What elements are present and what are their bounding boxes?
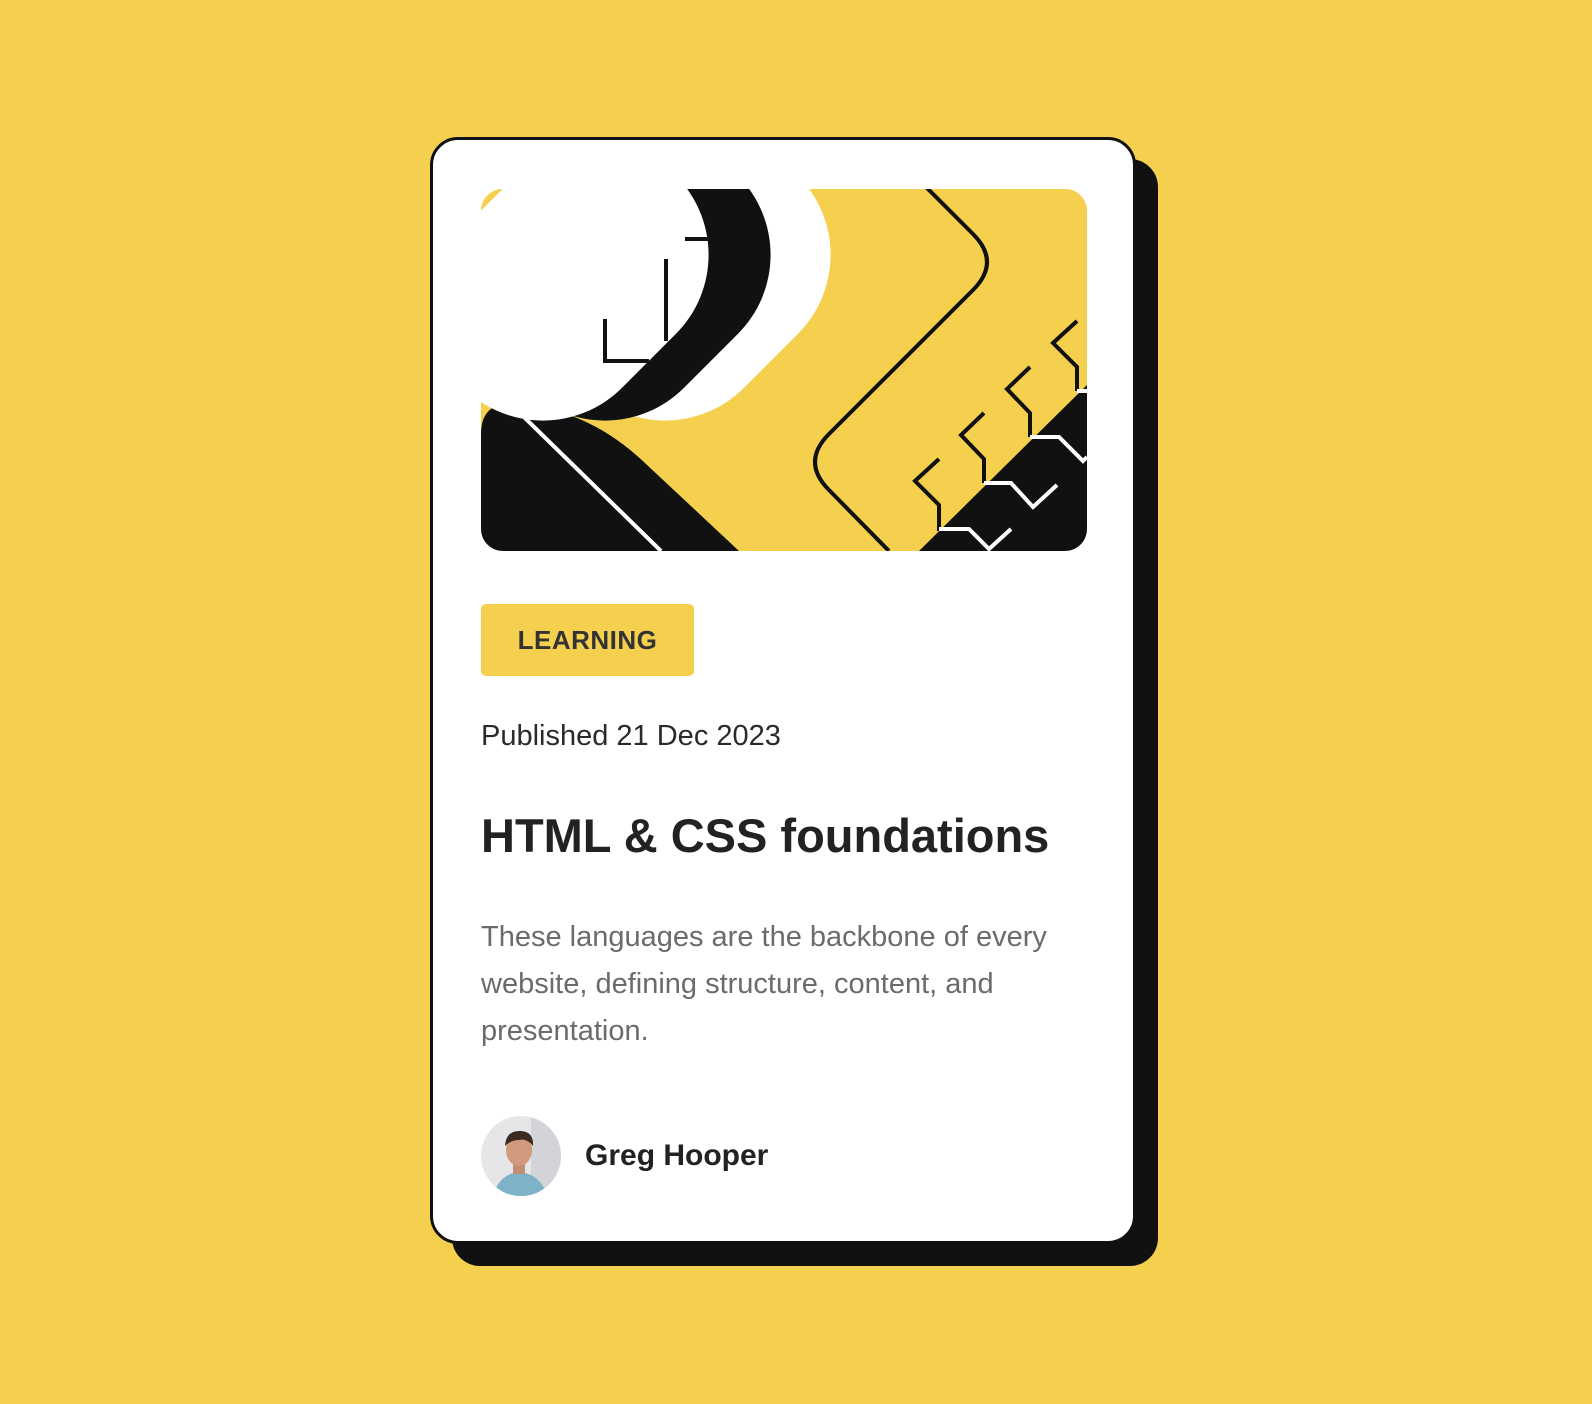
publish-date: Published 21 Dec 2023 [481, 720, 781, 752]
category-tag: LEARNING [481, 604, 694, 676]
author: Greg Hooper [481, 1116, 768, 1196]
avatar [481, 1116, 561, 1196]
author-name: Greg Hooper [585, 1139, 769, 1172]
card-title[interactable]: HTML & CSS foundations [481, 806, 1049, 866]
card-illustration [481, 189, 1087, 551]
card-description: These languages are the backbone of ever… [481, 921, 1047, 1047]
abstract-illustration-graphic [481, 189, 1087, 551]
person-avatar-icon [481, 1116, 561, 1196]
blog-preview-card[interactable]: LEARNING Published 21 Dec 2023 HTML & CS… [430, 137, 1136, 1244]
